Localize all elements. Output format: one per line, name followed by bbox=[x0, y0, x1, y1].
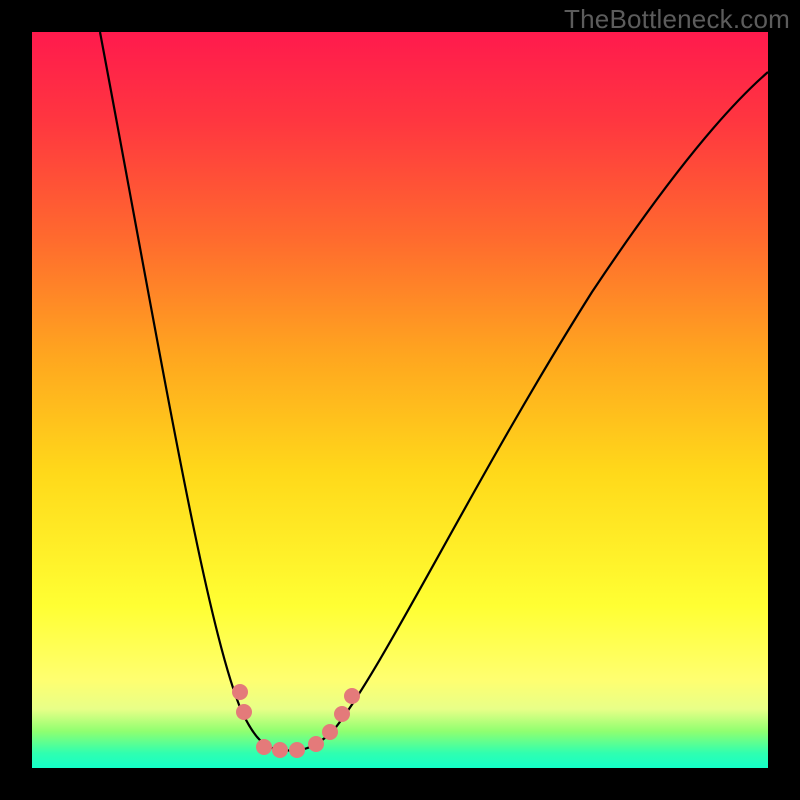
marker-point bbox=[289, 742, 305, 758]
marker-point bbox=[334, 706, 350, 722]
markers-group bbox=[232, 684, 360, 758]
marker-point bbox=[236, 704, 252, 720]
watermark-text: TheBottleneck.com bbox=[564, 4, 790, 35]
marker-point bbox=[272, 742, 288, 758]
marker-point bbox=[256, 739, 272, 755]
chart-plot bbox=[32, 32, 768, 768]
marker-point bbox=[344, 688, 360, 704]
chart-frame bbox=[32, 32, 768, 768]
curve-group bbox=[100, 32, 768, 751]
marker-point bbox=[232, 684, 248, 700]
bottleneck-curve bbox=[100, 32, 768, 751]
marker-point bbox=[322, 724, 338, 740]
marker-point bbox=[308, 736, 324, 752]
